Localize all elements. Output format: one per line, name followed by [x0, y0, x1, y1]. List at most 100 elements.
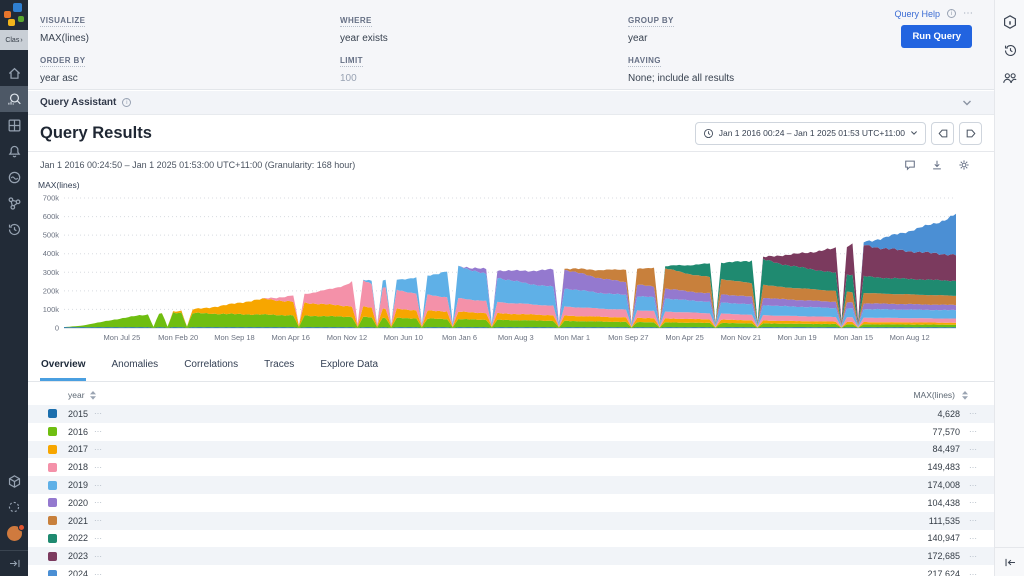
activity-history-icon[interactable]: [0, 216, 28, 242]
collapse-rail-icon[interactable]: [995, 548, 1024, 576]
run-query-button[interactable]: Run Query: [901, 25, 972, 48]
row-menu-icon[interactable]: ⋯: [94, 516, 103, 525]
time-range-picker[interactable]: Jan 1 2016 00:24 – Jan 1 2025 01:53 UTC+…: [695, 122, 926, 145]
value-menu-icon[interactable]: ⋯: [960, 516, 986, 525]
svg-text:Mon Apr 25: Mon Apr 25: [665, 333, 703, 342]
having-value[interactable]: None; include all results: [628, 73, 734, 84]
expand-sidebar-icon[interactable]: [0, 550, 28, 576]
packages-icon[interactable]: [0, 468, 28, 494]
table-row[interactable]: 2024⋯217,624⋯: [28, 565, 994, 576]
max-lines-cell: 111,535: [929, 516, 960, 526]
value-menu-icon[interactable]: ⋯: [960, 409, 986, 418]
home-icon[interactable]: [0, 60, 28, 86]
table-row[interactable]: 2016⋯77,570⋯: [28, 423, 994, 441]
query-builder-icon[interactable]: [0, 86, 28, 112]
value-menu-icon[interactable]: ⋯: [960, 445, 986, 454]
year-cell: 2024: [68, 569, 94, 576]
sort-icon[interactable]: [962, 391, 968, 400]
row-menu-icon[interactable]: ⋯: [94, 498, 103, 507]
value-menu-icon[interactable]: ⋯: [960, 481, 986, 490]
row-menu-icon[interactable]: ⋯: [94, 481, 103, 490]
table-row[interactable]: 2023⋯172,685⋯: [28, 547, 994, 565]
visualize-value[interactable]: MAX(lines): [40, 33, 89, 44]
tab-anomalies[interactable]: Anomalies: [110, 351, 159, 381]
limit-value[interactable]: 100: [340, 73, 363, 84]
order-by-value[interactable]: year asc: [40, 73, 85, 84]
query-results-header: Query Results Jan 1 2016 00:24 – Jan 1 2…: [28, 115, 994, 152]
group-by-field[interactable]: GROUP BY year: [628, 10, 674, 44]
value-menu-icon[interactable]: ⋯: [960, 463, 986, 472]
tab-overview[interactable]: Overview: [40, 351, 86, 381]
query-more-menu[interactable]: ⋯: [963, 8, 974, 19]
where-field[interactable]: WHERE year exists: [340, 10, 388, 44]
boards-icon[interactable]: [0, 112, 28, 138]
sidebar-nav: [0, 50, 28, 242]
row-menu-icon[interactable]: ⋯: [94, 534, 103, 543]
svg-text:Mon Sep 18: Mon Sep 18: [214, 333, 254, 342]
user-avatar[interactable]: [0, 520, 28, 546]
series-color-swatch: [48, 481, 57, 490]
series-color-swatch: [48, 409, 57, 418]
table-row[interactable]: 2022⋯140,947⋯: [28, 530, 994, 548]
table-row[interactable]: 2020⋯104,438⋯: [28, 494, 994, 512]
sort-icon[interactable]: [90, 391, 96, 400]
query-history-icon[interactable]: [995, 36, 1024, 64]
service-map-icon[interactable]: [0, 190, 28, 216]
limit-label: LIMIT: [340, 56, 363, 67]
value-menu-icon[interactable]: ⋯: [960, 570, 986, 576]
table-row[interactable]: 2017⋯84,497⋯: [28, 441, 994, 459]
chart-canvas[interactable]: 0100k200k300k400k500k600k700kMon Jul 25M…: [34, 190, 980, 342]
table-row[interactable]: 2018⋯149,483⋯: [28, 458, 994, 476]
tab-explore-data[interactable]: Explore Data: [319, 351, 379, 381]
slos-icon[interactable]: [0, 164, 28, 190]
year-column-header[interactable]: year: [68, 390, 85, 400]
value-menu-icon[interactable]: ⋯: [960, 534, 986, 543]
value-menu-icon[interactable]: ⋯: [960, 552, 986, 561]
comment-icon[interactable]: [904, 159, 916, 171]
value-menu-icon[interactable]: ⋯: [960, 498, 986, 507]
chevron-down-icon[interactable]: [962, 94, 972, 112]
dataset-info-icon[interactable]: [995, 8, 1024, 36]
year-cell: 2018: [68, 462, 94, 472]
query-help-link[interactable]: Query Help: [894, 9, 940, 19]
order-by-field[interactable]: ORDER BY year asc: [40, 50, 85, 84]
stacked-area-chart[interactable]: 0100k200k300k400k500k600k700kMon Jul 25M…: [34, 190, 980, 342]
svg-text:300k: 300k: [43, 268, 60, 277]
visualize-field[interactable]: VISUALIZE MAX(lines): [40, 10, 89, 44]
help-info-icon[interactable]: i: [947, 9, 956, 18]
triggers-bell-icon[interactable]: [0, 138, 28, 164]
max-lines-column-header[interactable]: MAX(lines): [913, 390, 955, 400]
value-menu-icon[interactable]: ⋯: [960, 427, 986, 436]
results-table-header: year MAX(lines): [28, 386, 994, 404]
table-row[interactable]: 2019⋯174,008⋯: [28, 476, 994, 494]
series-color-swatch: [48, 498, 57, 507]
limit-field[interactable]: LIMIT 100: [340, 50, 363, 84]
tab-traces[interactable]: Traces: [263, 351, 295, 381]
row-menu-icon[interactable]: ⋯: [94, 409, 103, 418]
group-by-value[interactable]: year: [628, 33, 674, 44]
table-row[interactable]: 2015⋯4,628⋯: [28, 405, 994, 423]
row-menu-icon[interactable]: ⋯: [94, 445, 103, 454]
visualize-label: VISUALIZE: [40, 16, 85, 27]
time-jump-forward-button[interactable]: [959, 122, 982, 145]
time-jump-back-button[interactable]: [931, 122, 954, 145]
row-menu-icon[interactable]: ⋯: [94, 570, 103, 576]
max-lines-cell: 172,685: [927, 551, 960, 561]
tab-correlations[interactable]: Correlations: [183, 351, 239, 381]
dataset-switcher[interactable]: Clas ›: [0, 30, 28, 50]
download-icon[interactable]: [931, 159, 943, 171]
max-lines-cell: 104,438: [927, 498, 960, 508]
svg-text:0: 0: [55, 324, 59, 333]
table-row[interactable]: 2021⋯111,535⋯: [28, 512, 994, 530]
row-menu-icon[interactable]: ⋯: [94, 463, 103, 472]
team-activity-icon[interactable]: [995, 64, 1024, 92]
query-assistant-info-icon[interactable]: i: [122, 98, 131, 107]
row-menu-icon[interactable]: ⋯: [94, 427, 103, 436]
row-menu-icon[interactable]: ⋯: [94, 552, 103, 561]
honeycomb-logo-icon[interactable]: [0, 0, 28, 30]
query-assistant-bar[interactable]: Query Assistant i: [28, 91, 994, 115]
settings-gear-icon[interactable]: [958, 159, 970, 171]
max-lines-cell: 84,497: [932, 444, 960, 454]
where-value[interactable]: year exists: [340, 33, 388, 44]
having-field[interactable]: HAVING None; include all results: [628, 50, 734, 84]
